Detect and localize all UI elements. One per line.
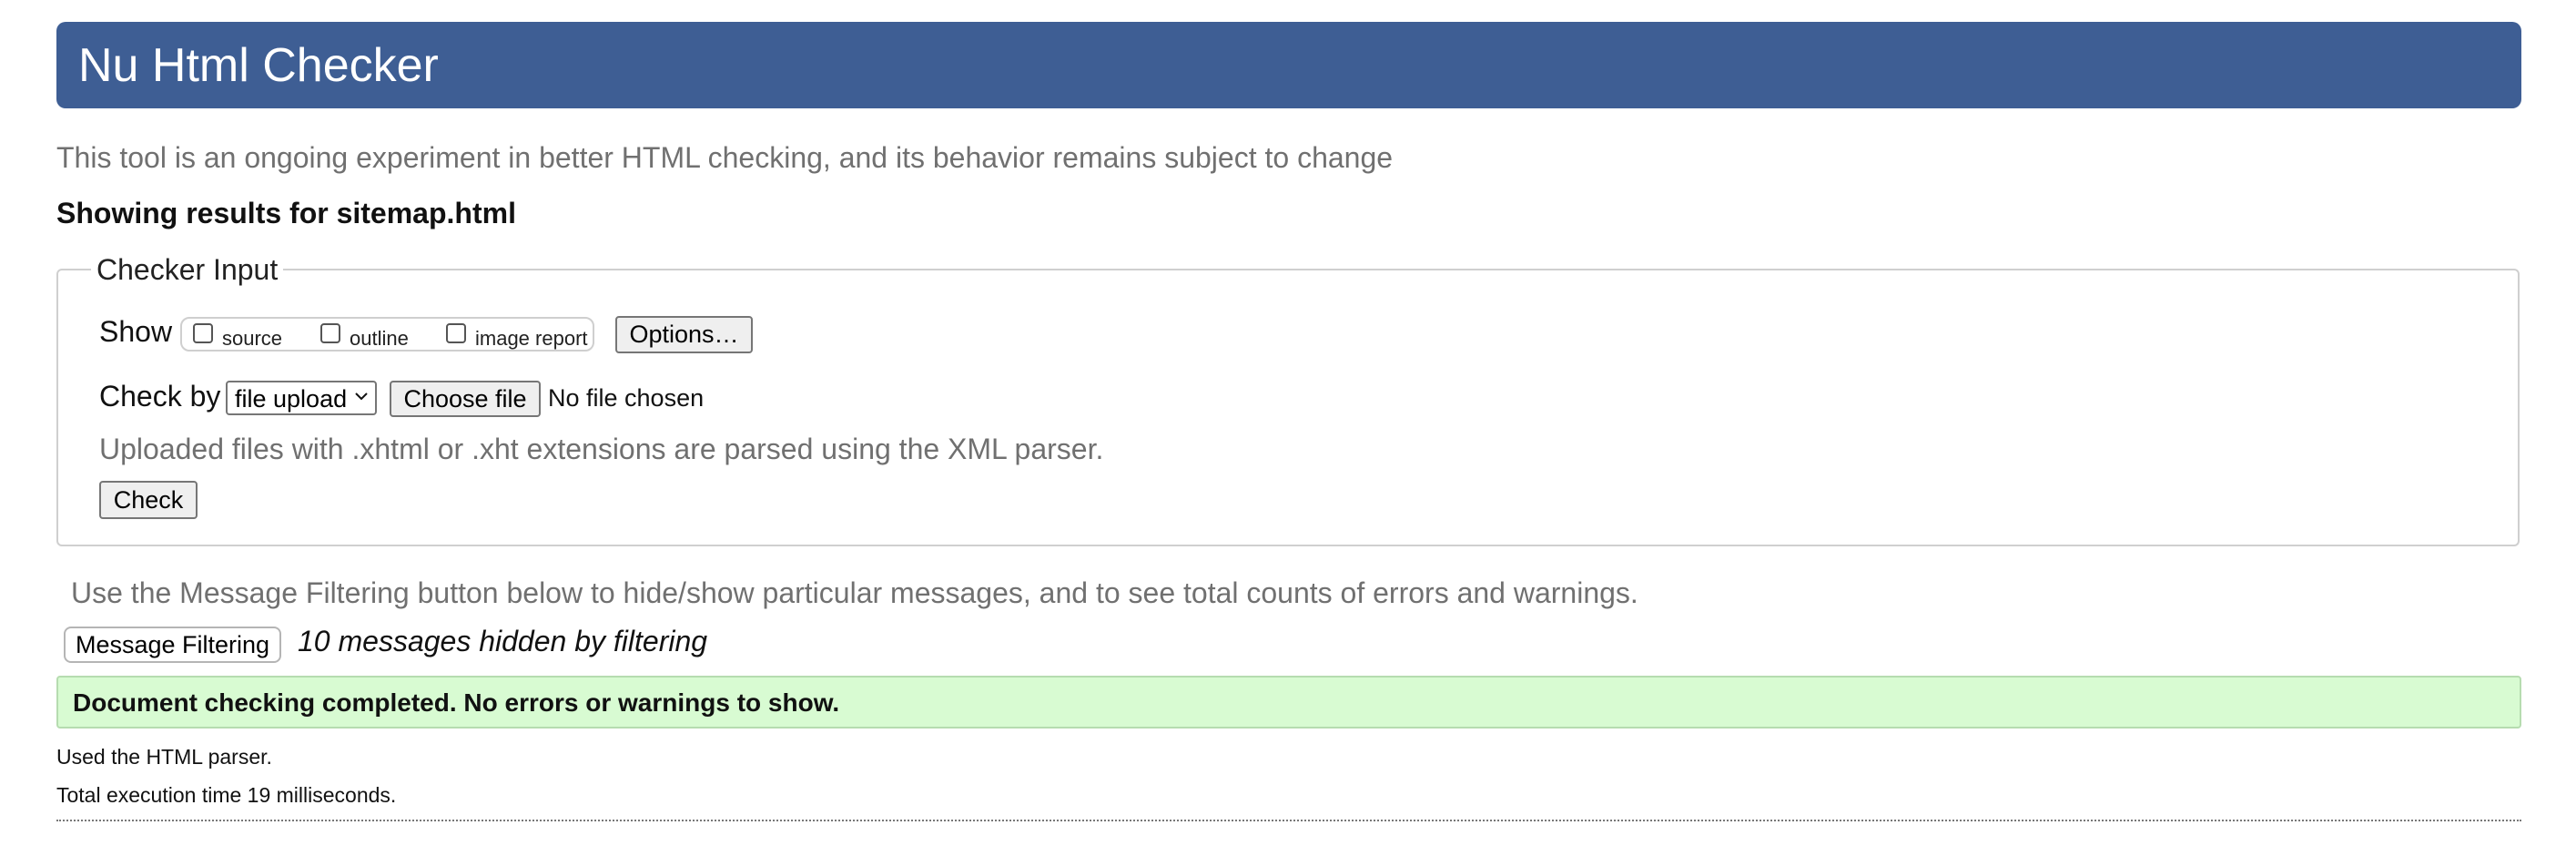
check-by-value: file upload <box>235 385 348 413</box>
upload-note: Uploaded files with .xhtml or .xht exten… <box>99 433 1104 465</box>
check-by-label: Check by <box>99 380 221 413</box>
check-button[interactable]: Check <box>99 481 198 519</box>
parser-note: Used the HTML parser. <box>56 745 272 769</box>
checker-input-legend: Checker Input <box>96 253 279 286</box>
choose-file-button[interactable]: Choose file <box>390 381 541 417</box>
image-report-checkbox[interactable] <box>446 323 466 343</box>
file-status: No file chosen <box>548 384 705 412</box>
tagline: This tool is an ongoing experiment in be… <box>56 141 1394 174</box>
outline-checkbox[interactable] <box>320 323 340 343</box>
page-title: Nu Html Checker <box>78 39 439 92</box>
check-by-select[interactable]: file upload <box>226 381 377 415</box>
chevron-down-icon <box>355 392 368 401</box>
divider <box>56 820 2521 821</box>
execution-time: Total execution time 19 milliseconds. <box>56 783 397 807</box>
results-heading: Showing results for sitemap.html <box>56 197 516 229</box>
source-checkbox-label: source <box>222 327 283 350</box>
options-button[interactable]: Options… <box>615 316 753 353</box>
image-report-checkbox-label: image report <box>475 327 588 350</box>
hidden-messages-count: 10 messages hidden by filtering <box>298 625 708 657</box>
success-message: Document checking completed. No errors o… <box>73 688 840 717</box>
filter-note: Use the Message Filtering button below t… <box>71 576 1638 609</box>
outline-checkbox-label: outline <box>350 327 409 350</box>
message-filtering-button[interactable]: Message Filtering <box>64 627 281 663</box>
show-label: Show <box>99 315 173 348</box>
success-banner: Document checking completed. No errors o… <box>56 676 2521 729</box>
source-checkbox[interactable] <box>193 323 213 343</box>
show-options-group: source outline image report <box>180 317 594 352</box>
header-banner: Nu Html Checker <box>56 22 2521 108</box>
